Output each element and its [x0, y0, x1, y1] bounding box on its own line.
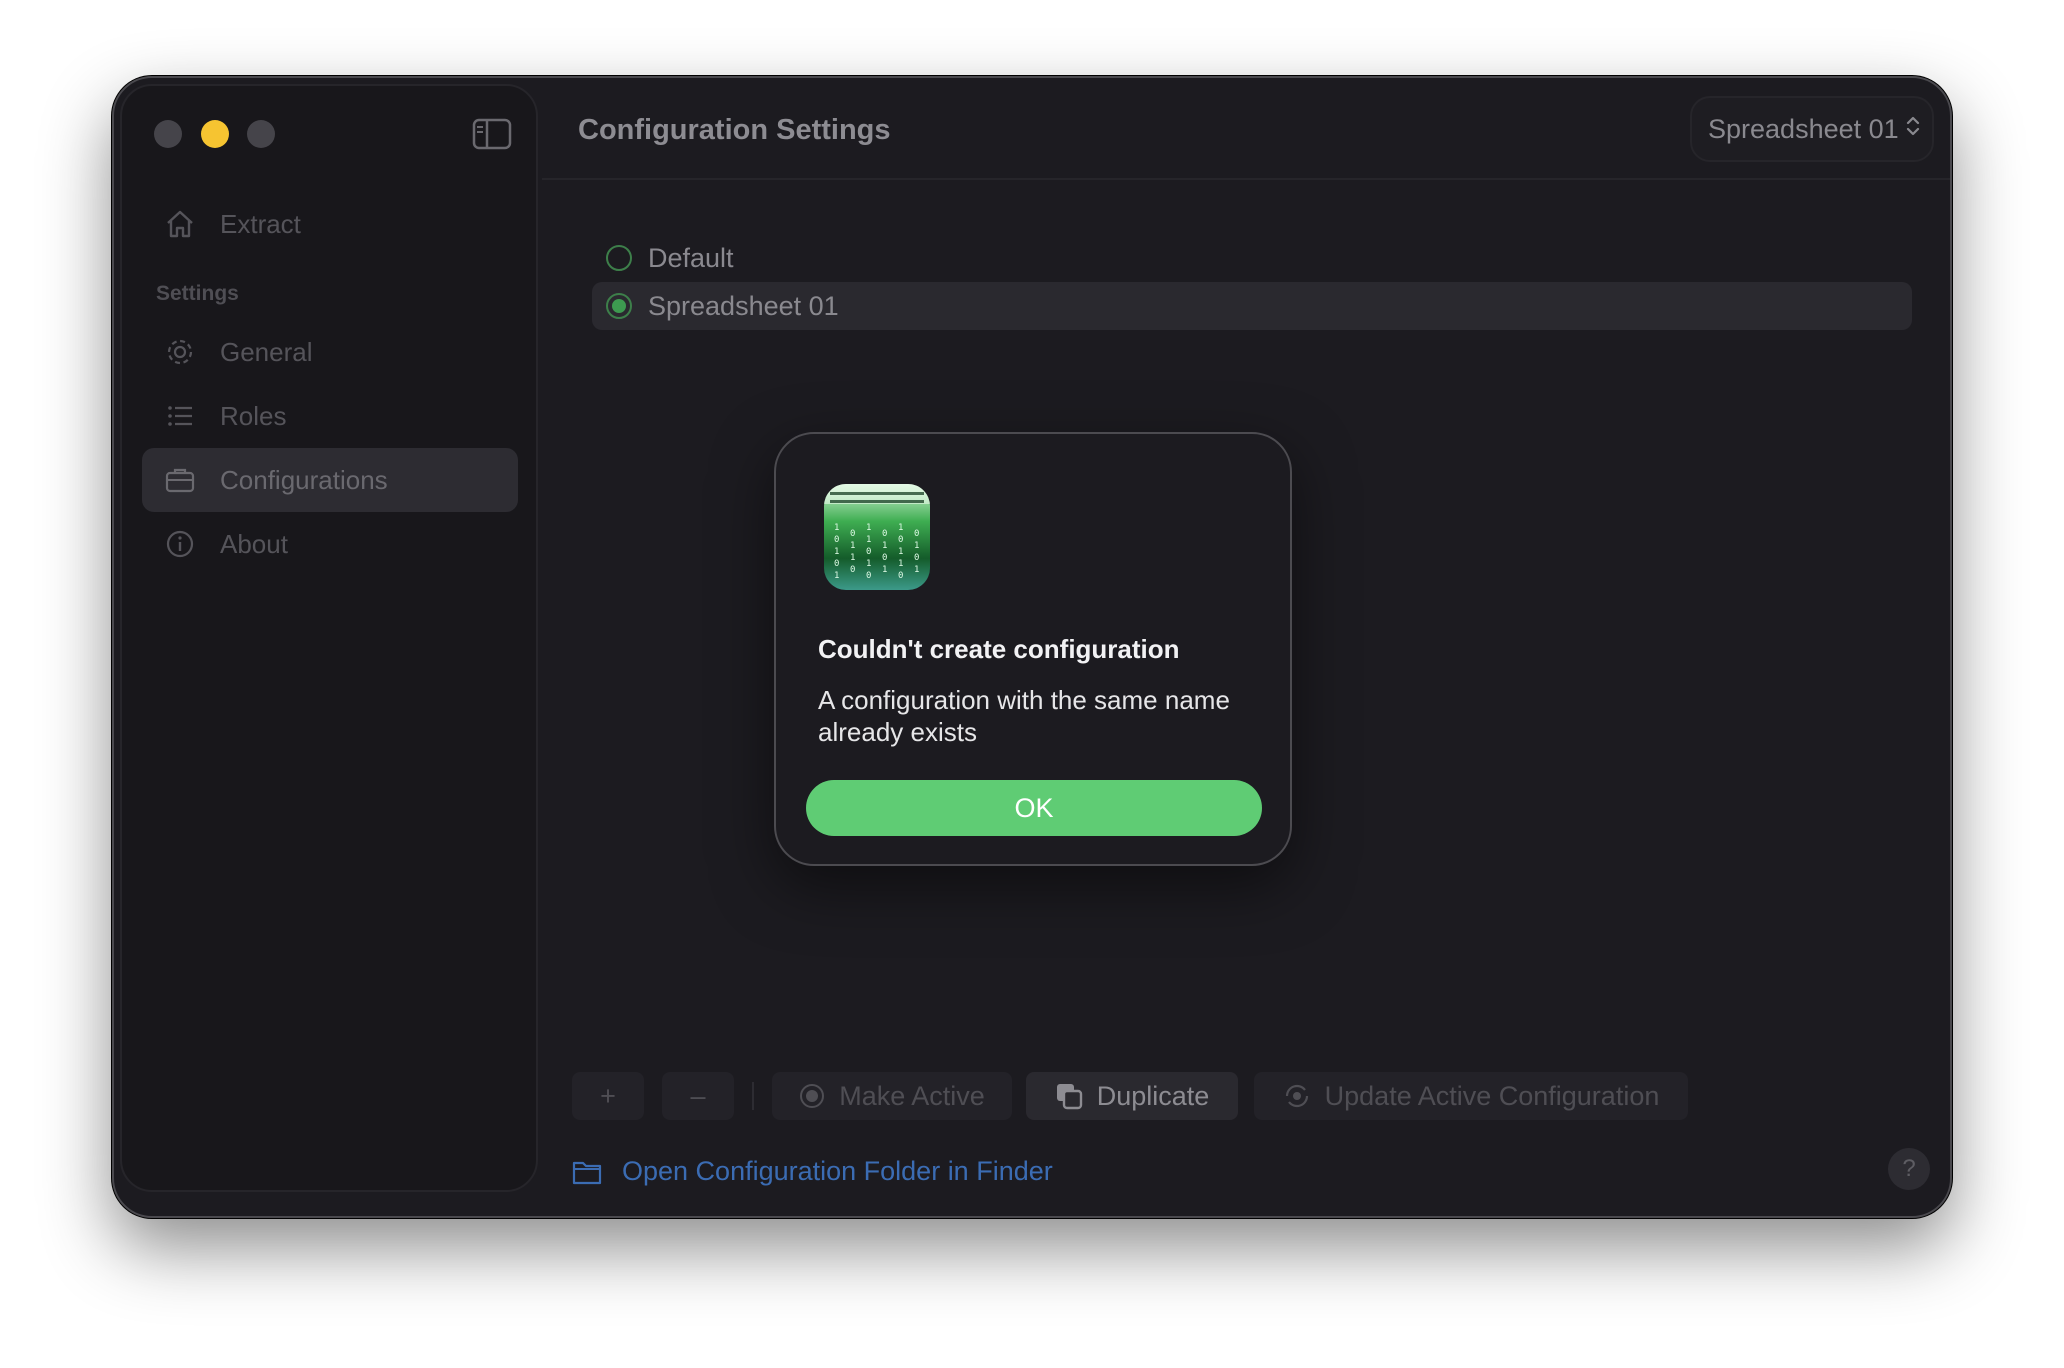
- remove-configuration-button[interactable]: –: [662, 1072, 734, 1120]
- svg-text:1: 1: [834, 571, 839, 581]
- svg-text:0: 0: [850, 565, 855, 575]
- sidebar-item-about[interactable]: About: [142, 512, 518, 576]
- configuration-option-default[interactable]: Default: [592, 234, 1912, 282]
- svg-text:0: 0: [850, 529, 855, 539]
- svg-text:0: 0: [898, 571, 903, 581]
- plus-icon: +: [600, 1080, 616, 1111]
- configuration-option-spreadsheet-01[interactable]: Spreadsheet 01: [592, 282, 1912, 330]
- sidebar-item-roles[interactable]: Roles: [142, 384, 518, 448]
- minus-icon: –: [690, 1080, 706, 1111]
- sidebar-item-label: Roles: [220, 400, 287, 431]
- svg-text:1: 1: [850, 553, 855, 563]
- minimize-window-button[interactable]: [201, 120, 229, 148]
- svg-text:1: 1: [914, 541, 919, 551]
- make-active-button[interactable]: Make Active: [772, 1072, 1012, 1120]
- svg-text:1: 1: [834, 523, 839, 533]
- svg-text:0: 0: [834, 559, 839, 569]
- svg-text:0: 0: [866, 547, 871, 557]
- gear-icon: [164, 336, 196, 368]
- page-title: Configuration Settings: [578, 114, 891, 146]
- open-folder-label: Open Configuration Folder in Finder: [622, 1156, 1053, 1186]
- app-icon: 1 0 1 0 1 0 1 1 0 1 1 0 1 0 0 1 0 1 1 0 1 1 0 0 1 0 1: [824, 484, 930, 590]
- svg-text:1: 1: [866, 559, 871, 569]
- sidebar-item-extract[interactable]: Extract: [142, 192, 518, 256]
- duplicate-button[interactable]: Duplicate: [1026, 1072, 1238, 1120]
- sidebar: Extract Settings General Roles Configura…: [120, 84, 538, 1192]
- make-active-label: Make Active: [839, 1080, 985, 1111]
- ok-button[interactable]: OK: [806, 780, 1262, 836]
- svg-text:0: 0: [914, 553, 919, 563]
- svg-text:1: 1: [866, 535, 871, 545]
- svg-text:1: 1: [866, 523, 871, 533]
- svg-text:1: 1: [882, 541, 887, 551]
- svg-text:1: 1: [914, 565, 919, 575]
- update-active-configuration-button[interactable]: Update Active Configuration: [1254, 1072, 1688, 1120]
- svg-text:0: 0: [866, 571, 871, 581]
- radio-button[interactable]: [606, 245, 632, 271]
- sidebar-item-label: About: [220, 528, 288, 559]
- open-configuration-folder-link[interactable]: Open Configuration Folder in Finder: [572, 1156, 1053, 1187]
- dialog-title: Couldn't create configuration: [818, 634, 1180, 664]
- toolbar-divider: [752, 1082, 754, 1110]
- radio-dot-icon: [799, 1083, 825, 1109]
- svg-text:1: 1: [898, 559, 903, 569]
- help-button[interactable]: ?: [1888, 1148, 1930, 1190]
- radio-button-selected[interactable]: [606, 293, 632, 319]
- update-active-label: Update Active Configuration: [1324, 1080, 1660, 1111]
- svg-text:0: 0: [914, 529, 919, 539]
- header: Configuration Settings Spreadsheet 01: [542, 78, 1950, 180]
- svg-text:1: 1: [898, 547, 903, 557]
- sidebar-toggle-icon[interactable]: [472, 118, 512, 150]
- list-icon: [164, 400, 196, 432]
- dialog-message: A configuration with the same name alrea…: [818, 685, 1230, 747]
- sidebar-item-label: Configurations: [220, 464, 388, 495]
- sidebar-item-label: General: [220, 336, 313, 367]
- info-icon: [164, 528, 196, 560]
- configuration-label: Spreadsheet 01: [648, 290, 839, 321]
- close-window-button[interactable]: [154, 120, 182, 148]
- alert-dialog: 1 0 1 0 1 0 1 1 0 1 1 0 1 0 0 1 0 1 1 0 1 1 0 0 1 0 1 Couldn'…: [774, 432, 1292, 866]
- picker-value: Spreadsheet 01: [1708, 113, 1899, 144]
- svg-text:0: 0: [898, 535, 903, 545]
- sync-icon: [1283, 1082, 1311, 1110]
- sidebar-item-label: Extract: [220, 208, 301, 239]
- svg-text:0: 0: [882, 553, 887, 563]
- svg-text:1: 1: [898, 523, 903, 533]
- sidebar-item-configurations[interactable]: Configurations: [142, 448, 518, 512]
- briefcase-icon: [164, 464, 196, 496]
- svg-text:1: 1: [834, 547, 839, 557]
- chevron-up-down-icon: [1905, 114, 1921, 145]
- duplicate-icon: [1055, 1082, 1083, 1110]
- sidebar-section-label: Settings: [156, 282, 239, 305]
- configuration-label: Default: [648, 242, 734, 273]
- folder-icon: [572, 1159, 602, 1185]
- duplicate-label: Duplicate: [1096, 1080, 1210, 1111]
- svg-text:1: 1: [882, 565, 887, 575]
- svg-text:0: 0: [834, 535, 839, 545]
- add-configuration-button[interactable]: +: [572, 1072, 644, 1120]
- configuration-picker[interactable]: Spreadsheet 01: [1690, 96, 1934, 162]
- maximize-window-button[interactable]: [247, 120, 275, 148]
- svg-text:1: 1: [850, 541, 855, 551]
- house-icon: [164, 208, 196, 240]
- svg-text:0: 0: [882, 529, 887, 539]
- sidebar-item-general[interactable]: General: [142, 320, 518, 384]
